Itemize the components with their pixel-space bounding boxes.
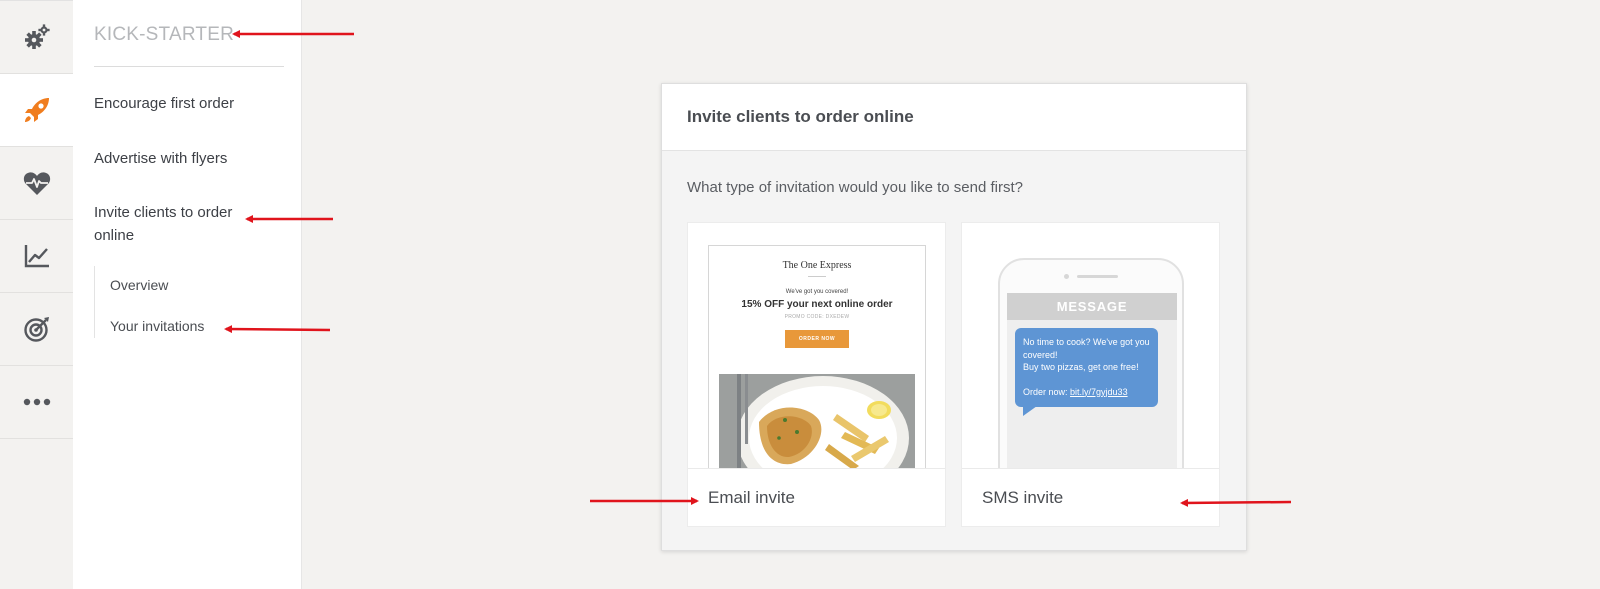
rail-item-more[interactable] bbox=[0, 366, 73, 439]
subnav-divider bbox=[94, 66, 284, 67]
sms-link: bit.ly/7gyjdu33 bbox=[1070, 386, 1128, 397]
fish-and-chips-photo bbox=[719, 374, 915, 468]
rail-item-settings[interactable] bbox=[0, 1, 73, 74]
phone-mockup: MESSAGE No time to cook? We've got you c… bbox=[998, 258, 1184, 468]
kickstarter-subnav: KICK-STARTER Encourage first order Adver… bbox=[73, 0, 302, 589]
sms-line-2: Buy two pizzas, get one free! bbox=[1023, 362, 1139, 372]
subnav-branch-line bbox=[94, 266, 95, 338]
invite-clients-card: Invite clients to order online What type… bbox=[661, 83, 1247, 551]
card-title: Invite clients to order online bbox=[662, 84, 1246, 151]
nav-link-advertise-with-flyers[interactable]: Advertise with flyers bbox=[94, 147, 264, 170]
sms-preview: MESSAGE No time to cook? We've got you c… bbox=[962, 223, 1219, 468]
rail-item-analytics[interactable] bbox=[0, 220, 73, 293]
email-order-button: ORDER NOW bbox=[785, 330, 849, 348]
nav-link-encourage-first-order[interactable]: Encourage first order bbox=[94, 92, 264, 115]
sms-invite-option[interactable]: MESSAGE No time to cook? We've got you c… bbox=[961, 222, 1220, 527]
sms-line-1: No time to cook? We've got you covered! bbox=[1023, 337, 1150, 360]
email-promo-code: PROMO CODE: DXEDEW bbox=[784, 314, 850, 320]
card-question: What type of invitation would you like t… bbox=[687, 179, 1024, 196]
nav-link-invite-clients[interactable]: Invite clients to order online bbox=[94, 201, 264, 247]
email-invite-option[interactable]: The One Express We've got you covered! 1… bbox=[687, 222, 946, 527]
email-tagline: We've got you covered! bbox=[785, 289, 849, 295]
email-brand: The One Express bbox=[782, 260, 852, 271]
target-icon bbox=[23, 317, 49, 342]
email-offer: 15% OFF your next online order bbox=[741, 299, 893, 310]
rail-item-kickstarter[interactable] bbox=[0, 74, 73, 147]
gears-icon bbox=[24, 24, 50, 49]
line-chart-icon bbox=[24, 245, 49, 268]
rocket-icon bbox=[24, 98, 49, 122]
icon-rail bbox=[0, 0, 73, 589]
sms-line-3: Order now: bit.ly/7gyjdu33 bbox=[1023, 386, 1150, 399]
sms-bubble-tail bbox=[1023, 406, 1037, 416]
more-icon bbox=[23, 398, 50, 406]
sms-bubble: No time to cook? We've got you covered! … bbox=[1015, 328, 1158, 407]
phone-camera bbox=[1064, 274, 1069, 279]
sub-link-your-invitations[interactable]: Your invitations bbox=[110, 318, 204, 334]
sms-invite-label: SMS invite bbox=[962, 468, 1219, 526]
phone-screen: MESSAGE No time to cook? We've got you c… bbox=[1007, 293, 1177, 468]
sms-order-prefix: Order now: bbox=[1023, 386, 1071, 397]
email-divider bbox=[808, 276, 826, 277]
email-mockup: The One Express We've got you covered! 1… bbox=[708, 245, 926, 468]
rail-item-health[interactable] bbox=[0, 147, 73, 220]
email-preview: The One Express We've got you covered! 1… bbox=[688, 223, 945, 468]
rail-item-goals[interactable] bbox=[0, 293, 73, 366]
phone-speaker bbox=[1077, 275, 1118, 278]
subnav-title: KICK-STARTER bbox=[94, 24, 234, 45]
sub-link-overview[interactable]: Overview bbox=[110, 277, 168, 293]
heart-pulse-icon bbox=[23, 172, 50, 195]
email-invite-label: Email invite bbox=[688, 468, 945, 526]
sms-message-header: MESSAGE bbox=[1007, 293, 1177, 320]
